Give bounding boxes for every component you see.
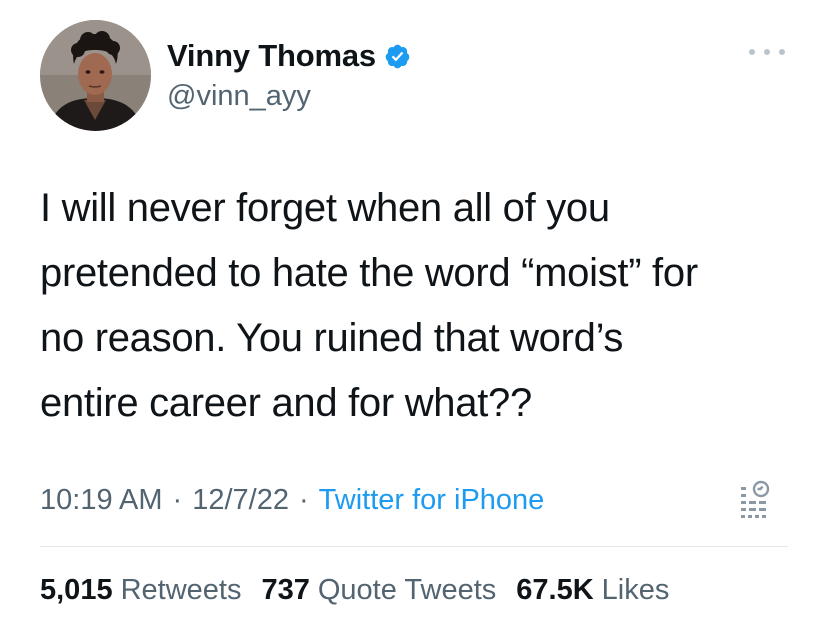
tweet-text-line: pretended to hate the word “moist” for — [40, 251, 698, 295]
tweet-metadata: 10:19 AM · 12/7/22 · Twitter for iPhone — [40, 480, 544, 520]
retweets-stat[interactable]: 5,015 Retweets — [40, 574, 241, 607]
view-tweet-analytics-icon[interactable] — [738, 479, 772, 521]
profile-photo — [40, 20, 151, 131]
retweets-label: Retweets — [120, 573, 242, 606]
tweet-text-line: I will never forget when all of you — [40, 186, 610, 230]
quote-tweets-stat[interactable]: 737 Quote Tweets — [261, 574, 496, 607]
retweets-count: 5,015 — [40, 573, 113, 606]
tweet-text: I will never forget when all of you pret… — [40, 176, 800, 436]
meta-separator: · — [172, 483, 183, 516]
likes-stat[interactable]: 67.5K Likes — [516, 574, 669, 607]
engagement-stats: 5,015 Retweets 737 Quote Tweets 67.5K Li… — [40, 570, 689, 610]
dot-icon — [764, 49, 770, 55]
quote-tweets-count: 737 — [261, 573, 310, 606]
user-handle[interactable]: @vinn_ayy — [167, 80, 311, 113]
tweet-source-link[interactable]: Twitter for iPhone — [319, 484, 545, 517]
likes-label: Likes — [601, 573, 670, 606]
tweet-text-line: entire career and for what?? — [40, 381, 532, 425]
display-name[interactable]: Vinny Thomas — [167, 38, 376, 74]
verified-badge-icon — [384, 43, 411, 70]
more-options-icon[interactable] — [749, 44, 785, 60]
tweet-date[interactable]: 12/7/22 — [192, 484, 289, 517]
divider — [40, 546, 788, 547]
tweet-time[interactable]: 10:19 AM — [40, 484, 163, 517]
avatar[interactable] — [40, 20, 151, 131]
tweet-text-line: no reason. You ruined that word’s — [40, 316, 624, 360]
quote-tweets-label: Quote Tweets — [317, 573, 497, 606]
author-name-row[interactable]: Vinny Thomas — [167, 36, 411, 76]
likes-count: 67.5K — [516, 573, 594, 606]
dot-icon — [779, 49, 785, 55]
meta-separator: · — [298, 483, 309, 516]
dot-icon — [749, 49, 755, 55]
